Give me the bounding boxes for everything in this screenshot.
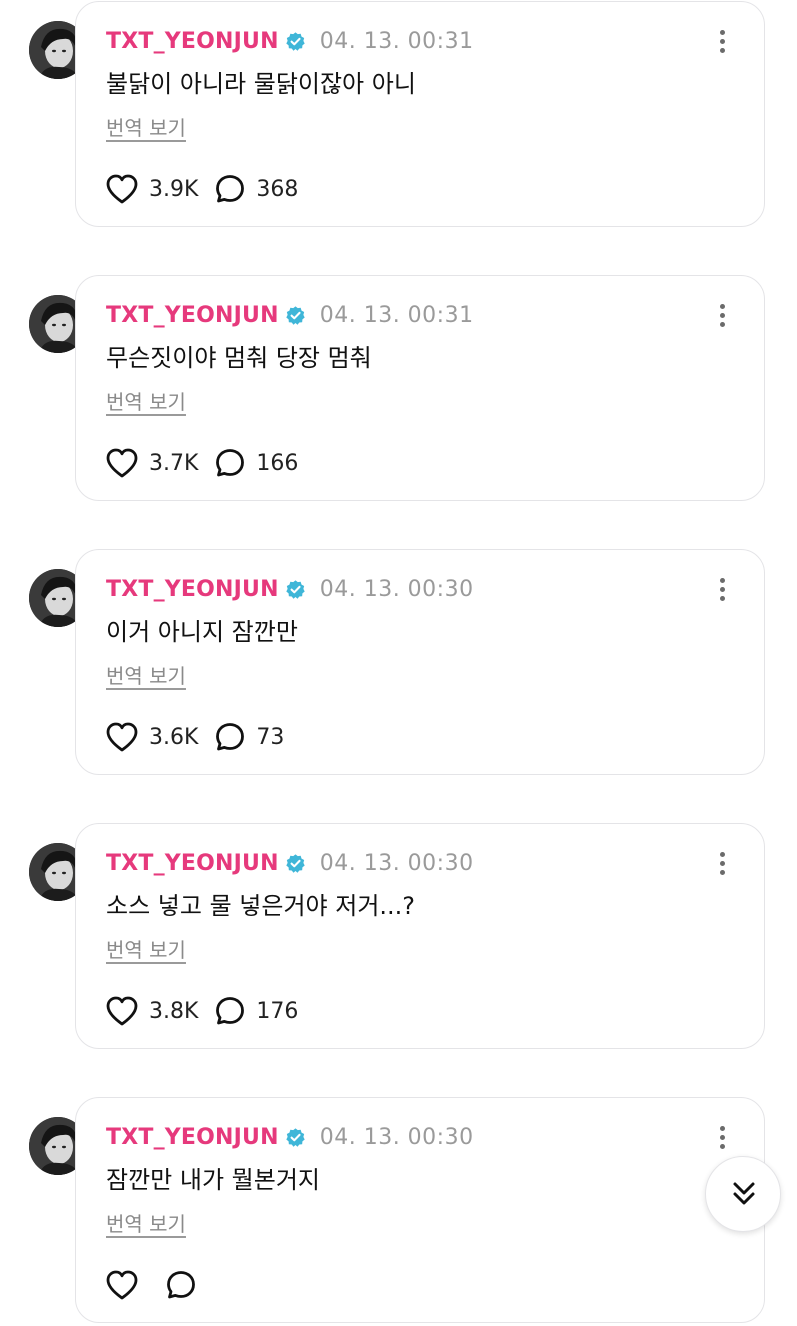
post-item: TXT_YEONJUN 04. 13. 00:30 소스 넣고 물 넣은거야 저…: [0, 822, 797, 1052]
heart-icon: [106, 174, 138, 204]
comment-button[interactable]: 176: [214, 995, 298, 1027]
like-button[interactable]: 3.8K: [105, 995, 198, 1027]
username[interactable]: TXT_YEONJUN: [106, 851, 279, 876]
comment-count: 176: [256, 998, 299, 1024]
post-actions: 3.7K 166: [105, 446, 298, 480]
heart-icon: [106, 722, 138, 752]
timestamp: 04. 13. 00:31: [319, 28, 474, 54]
post-item: TXT_YEONJUN 04. 13. 00:31 불닭이 아니라 물닭이잖아 …: [0, 0, 797, 230]
comment-bubble-icon: [216, 997, 245, 1025]
like-count: 3.6K: [149, 724, 199, 750]
timestamp: 04. 13. 00:30: [319, 1124, 474, 1150]
username[interactable]: TXT_YEONJUN: [106, 29, 279, 54]
comment-bubble-icon: [216, 449, 245, 477]
timestamp: 04. 13. 00:30: [319, 850, 474, 876]
verified-badge-icon: [285, 31, 306, 52]
translate-link[interactable]: 번역 보기: [106, 386, 186, 415]
post-text: 소스 넣고 물 넣은거야 저거...?: [106, 892, 416, 920]
post-text: 불닭이 아니라 물닭이잖아 아니: [106, 70, 416, 98]
username[interactable]: TXT_YEONJUN: [106, 577, 279, 602]
more-vertical-icon[interactable]: [716, 848, 728, 878]
post-header: TXT_YEONJUN 04. 13. 00:30: [106, 574, 474, 604]
post-card[interactable]: TXT_YEONJUN 04. 13. 00:30 이거 아니지 잠깐만 번역 …: [75, 549, 765, 775]
post-text: 무슨짓이야 멈춰 당장 멈춰: [106, 344, 372, 372]
verified-badge-icon: [285, 305, 306, 326]
translate-link[interactable]: 번역 보기: [106, 934, 186, 963]
post-card[interactable]: TXT_YEONJUN 04. 13. 00:31 무슨짓이야 멈춰 당장 멈춰…: [75, 275, 765, 501]
post-item: TXT_YEONJUN 04. 13. 00:30 이거 아니지 잠깐만 번역 …: [0, 548, 797, 778]
like-button[interactable]: [105, 1269, 149, 1301]
comment-button[interactable]: 368: [214, 173, 298, 205]
heart-icon: [106, 1270, 138, 1300]
comment-count: 73: [256, 724, 285, 750]
comment-count: 368: [256, 176, 299, 202]
more-vertical-icon[interactable]: [716, 26, 728, 56]
double-chevron-down-icon: [733, 1182, 755, 1205]
heart-icon: [106, 448, 138, 478]
like-count: 3.7K: [149, 450, 199, 476]
more-vertical-icon[interactable]: [716, 300, 728, 330]
comment-bubble-icon: [216, 175, 245, 203]
more-vertical-icon[interactable]: [716, 574, 728, 604]
post-item: TXT_YEONJUN 04. 13. 00:31 무슨짓이야 멈춰 당장 멈춰…: [0, 274, 797, 504]
username[interactable]: TXT_YEONJUN: [106, 1125, 279, 1150]
scroll-down-button[interactable]: [705, 1156, 781, 1232]
post-item: TXT_YEONJUN 04. 13. 00:30 잠깐만 내가 뭘본거지 번역…: [0, 1096, 797, 1326]
post-actions: 3.6K 73: [105, 720, 284, 754]
comment-bubble-icon: [167, 1271, 195, 1299]
heart-icon: [106, 996, 138, 1026]
comment-button[interactable]: 73: [214, 721, 284, 753]
like-button[interactable]: 3.6K: [105, 721, 198, 753]
comment-button[interactable]: [165, 1269, 207, 1301]
post-header: TXT_YEONJUN 04. 13. 00:30: [106, 1122, 474, 1152]
post-header: TXT_YEONJUN 04. 13. 00:31: [106, 300, 474, 330]
post-text: 이거 아니지 잠깐만: [106, 618, 298, 646]
timestamp: 04. 13. 00:31: [319, 302, 474, 328]
timestamp: 04. 13. 00:30: [319, 576, 474, 602]
more-vertical-icon[interactable]: [716, 1122, 728, 1152]
verified-badge-icon: [285, 1127, 306, 1148]
post-header: TXT_YEONJUN 04. 13. 00:31: [106, 26, 474, 56]
post-actions: 3.9K 368: [105, 172, 298, 206]
like-button[interactable]: 3.9K: [105, 173, 198, 205]
translate-link[interactable]: 번역 보기: [106, 660, 186, 689]
verified-badge-icon: [285, 853, 306, 874]
like-button[interactable]: 3.7K: [105, 447, 198, 479]
post-text: 잠깐만 내가 뭘본거지: [106, 1166, 320, 1194]
post-actions: [105, 1268, 207, 1302]
comment-count: 166: [256, 450, 299, 476]
post-card[interactable]: TXT_YEONJUN 04. 13. 00:30 잠깐만 내가 뭘본거지 번역…: [75, 1097, 765, 1323]
username[interactable]: TXT_YEONJUN: [106, 303, 279, 328]
post-card[interactable]: TXT_YEONJUN 04. 13. 00:31 불닭이 아니라 물닭이잖아 …: [75, 1, 765, 227]
verified-badge-icon: [285, 579, 306, 600]
comment-button[interactable]: 166: [214, 447, 298, 479]
translate-link[interactable]: 번역 보기: [106, 112, 186, 141]
translate-link[interactable]: 번역 보기: [106, 1208, 186, 1237]
like-count: 3.8K: [149, 998, 199, 1024]
comment-bubble-icon: [216, 723, 245, 751]
post-card[interactable]: TXT_YEONJUN 04. 13. 00:30 소스 넣고 물 넣은거야 저…: [75, 823, 765, 1049]
post-actions: 3.8K 176: [105, 994, 298, 1028]
like-count: 3.9K: [149, 176, 199, 202]
post-header: TXT_YEONJUN 04. 13. 00:30: [106, 848, 474, 878]
